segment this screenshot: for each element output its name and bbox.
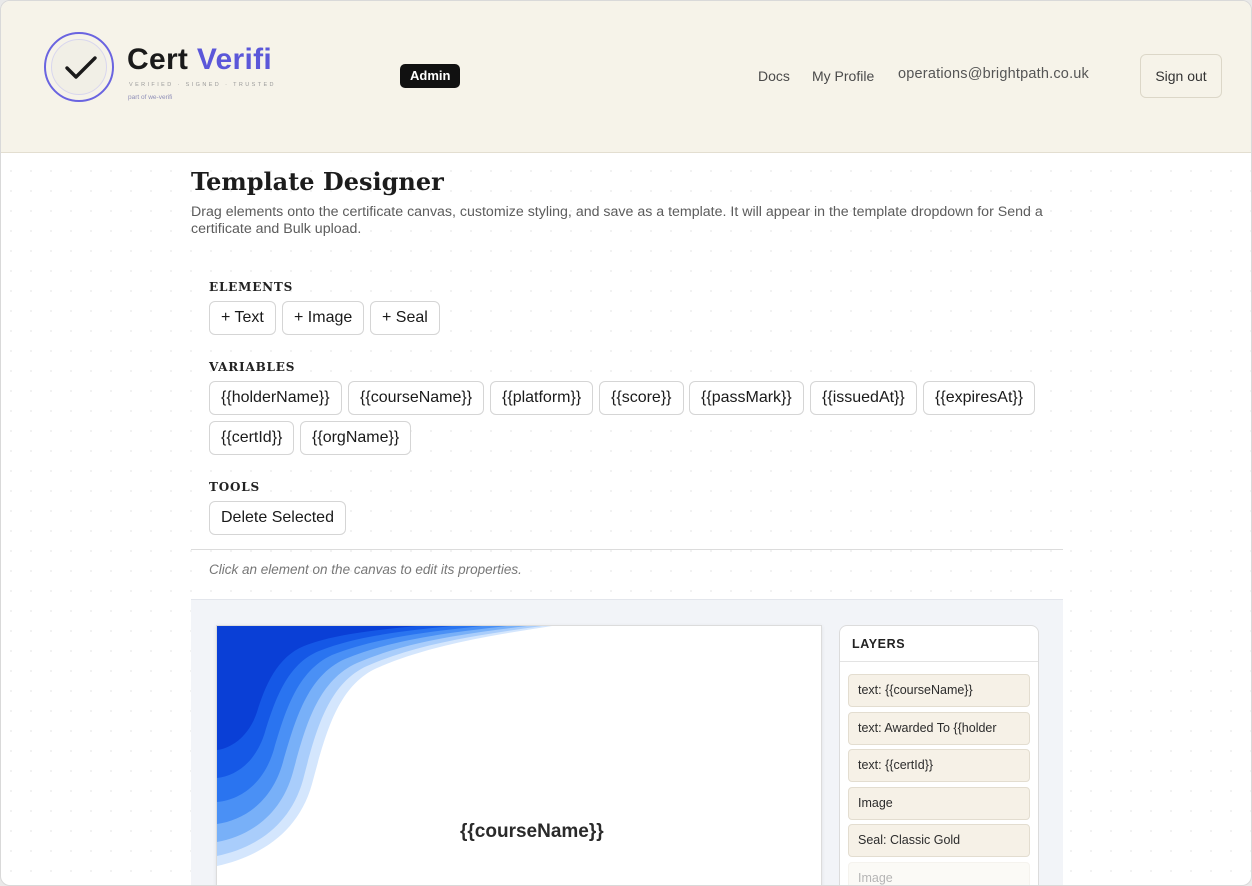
layers-panel: LAYERS text: {{courseName}} text: Awarde… bbox=[839, 625, 1039, 885]
delete-selected-button[interactable]: Delete Selected bbox=[209, 501, 346, 535]
sign-out-button[interactable]: Sign out bbox=[1140, 54, 1222, 98]
user-email: operations@brightpath.co.uk bbox=[898, 66, 1090, 82]
add-image-button[interactable]: + Image bbox=[282, 301, 365, 335]
divider bbox=[191, 549, 1063, 550]
layer-item[interactable]: Image bbox=[848, 861, 1030, 885]
variable-org-name[interactable]: {{orgName}} bbox=[300, 421, 412, 455]
tools-label: TOOLS bbox=[209, 480, 260, 494]
variable-score[interactable]: {{score}} bbox=[599, 381, 684, 415]
properties-hint: Click an element on the canvas to edit i… bbox=[209, 562, 522, 577]
brand-tagline: VERIFIED · SIGNED · TRUSTED bbox=[129, 82, 276, 88]
layer-item[interactable]: text: Awarded To {{holder bbox=[848, 711, 1030, 745]
logo-check-icon[interactable] bbox=[44, 32, 114, 102]
layer-item[interactable]: Image bbox=[848, 786, 1030, 820]
wave-background-image[interactable] bbox=[217, 626, 822, 886]
brand-name: Cert Verifi bbox=[127, 43, 272, 77]
variable-cert-id[interactable]: {{certId}} bbox=[209, 421, 295, 455]
add-text-button[interactable]: + Text bbox=[209, 301, 276, 335]
layer-item[interactable]: Seal: Classic Gold bbox=[848, 824, 1030, 858]
role-badge: Admin bbox=[400, 64, 461, 88]
page-description: Drag elements onto the certificate canva… bbox=[191, 204, 1043, 237]
nav-profile-link[interactable]: My Profile bbox=[812, 68, 874, 84]
certificate-canvas[interactable]: {{courseName}} bbox=[216, 625, 822, 886]
brand-primary: Cert bbox=[127, 43, 197, 76]
variable-course-name[interactable]: {{courseName}} bbox=[348, 381, 485, 415]
variable-holder-name[interactable]: {{holderName}} bbox=[209, 381, 342, 415]
elements-label: ELEMENTS bbox=[209, 280, 294, 294]
canvas-course-name-text[interactable]: {{courseName}} bbox=[460, 821, 604, 843]
variable-issued-at[interactable]: {{issuedAt}} bbox=[810, 381, 917, 415]
layer-item[interactable]: text: {{certId}} bbox=[848, 749, 1030, 783]
add-seal-button[interactable]: + Seal bbox=[370, 301, 440, 335]
layer-list: text: {{courseName}} text: Awarded To {{… bbox=[840, 662, 1038, 885]
app-window: Cert Verifi VERIFIED · SIGNED · TRUSTED … bbox=[0, 0, 1252, 886]
brand-accent: Verifi bbox=[196, 43, 273, 76]
layers-title: LAYERS bbox=[840, 626, 1038, 662]
top-header: Cert Verifi VERIFIED · SIGNED · TRUSTED … bbox=[1, 1, 1251, 153]
variable-platform[interactable]: {{platform}} bbox=[490, 381, 594, 415]
layer-item[interactable]: text: {{courseName}} bbox=[848, 674, 1030, 707]
designer-workspace: {{courseName}} LAYERS text: {{courseName… bbox=[191, 599, 1063, 886]
variable-expires-at[interactable]: {{expiresAt}} bbox=[923, 381, 1036, 415]
variable-pass-mark[interactable]: {{passMark}} bbox=[689, 381, 804, 415]
page-title: Template Designer bbox=[191, 167, 444, 196]
brand-part-of: part of we-verifi bbox=[128, 94, 173, 101]
nav-docs-link[interactable]: Docs bbox=[758, 68, 790, 84]
variables-label: VARIABLES bbox=[209, 360, 296, 374]
